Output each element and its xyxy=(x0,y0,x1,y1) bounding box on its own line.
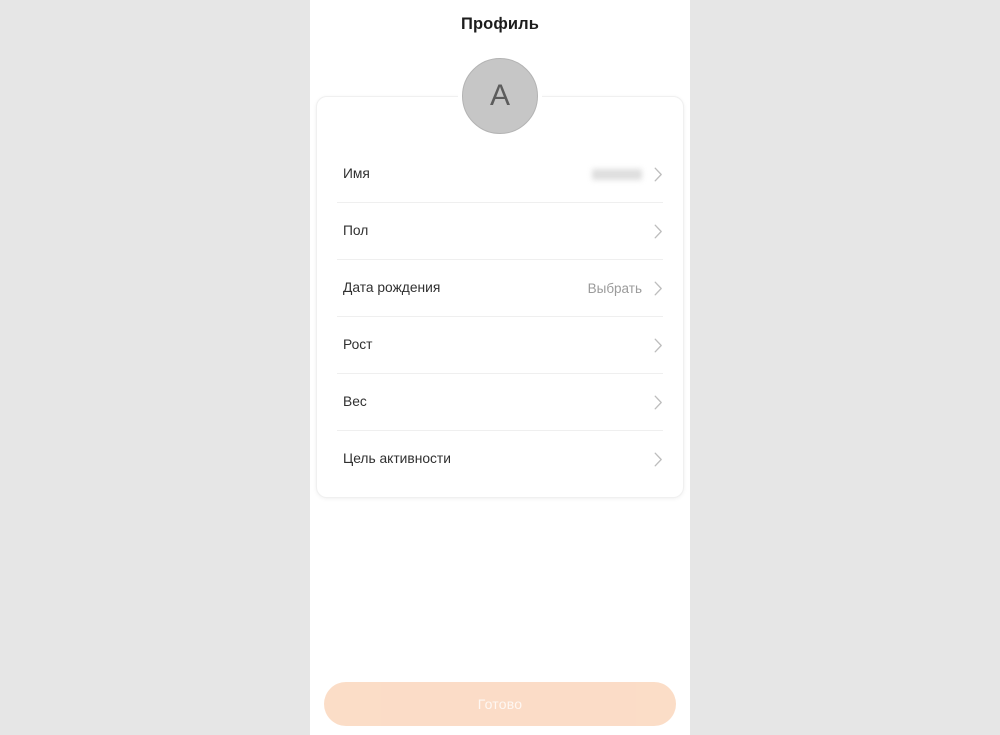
chevron-right-icon xyxy=(654,395,663,410)
done-button[interactable]: Готово xyxy=(324,682,676,726)
chevron-right-icon xyxy=(654,281,663,296)
avatar-initial: A xyxy=(489,78,510,112)
profile-row-value-redacted xyxy=(592,169,642,180)
chevron-right-icon xyxy=(654,167,663,182)
done-button-label: Готово xyxy=(477,696,523,712)
profile-row-label: Вес xyxy=(343,394,367,410)
profile-row[interactable]: Рост xyxy=(317,317,683,374)
profile-row-label: Дата рождения xyxy=(343,280,441,296)
app-viewport: Профиль A Имя Пол Дата рождения Выбрать Рост… xyxy=(310,0,690,735)
avatar-container: A xyxy=(310,58,690,134)
profile-row[interactable]: Дата рождения Выбрать xyxy=(317,260,683,317)
page-title: Профиль xyxy=(461,14,539,33)
profile-row-value: Выбрать xyxy=(587,281,642,296)
profile-row[interactable]: Пол xyxy=(317,203,683,260)
profile-row-label: Цель активности xyxy=(343,451,451,467)
profile-card: Имя Пол Дата рождения Выбрать Рост Вес Цель ак… xyxy=(316,96,684,498)
avatar[interactable]: A xyxy=(462,58,538,134)
app-header: Профиль xyxy=(310,0,690,46)
profile-row-label: Пол xyxy=(343,223,369,239)
profile-row[interactable]: Цель активности xyxy=(317,431,683,488)
profile-field-list: Имя Пол Дата рождения Выбрать Рост Вес Цель ак… xyxy=(317,146,683,488)
chevron-right-icon xyxy=(654,224,663,239)
profile-row[interactable]: Вес xyxy=(317,374,683,431)
profile-row[interactable]: Имя xyxy=(317,146,683,203)
profile-row-label: Рост xyxy=(343,337,373,353)
profile-row-label: Имя xyxy=(343,166,370,182)
footer-action-bar: Готово xyxy=(310,682,690,726)
chevron-right-icon xyxy=(654,338,663,353)
chevron-right-icon xyxy=(654,452,663,467)
